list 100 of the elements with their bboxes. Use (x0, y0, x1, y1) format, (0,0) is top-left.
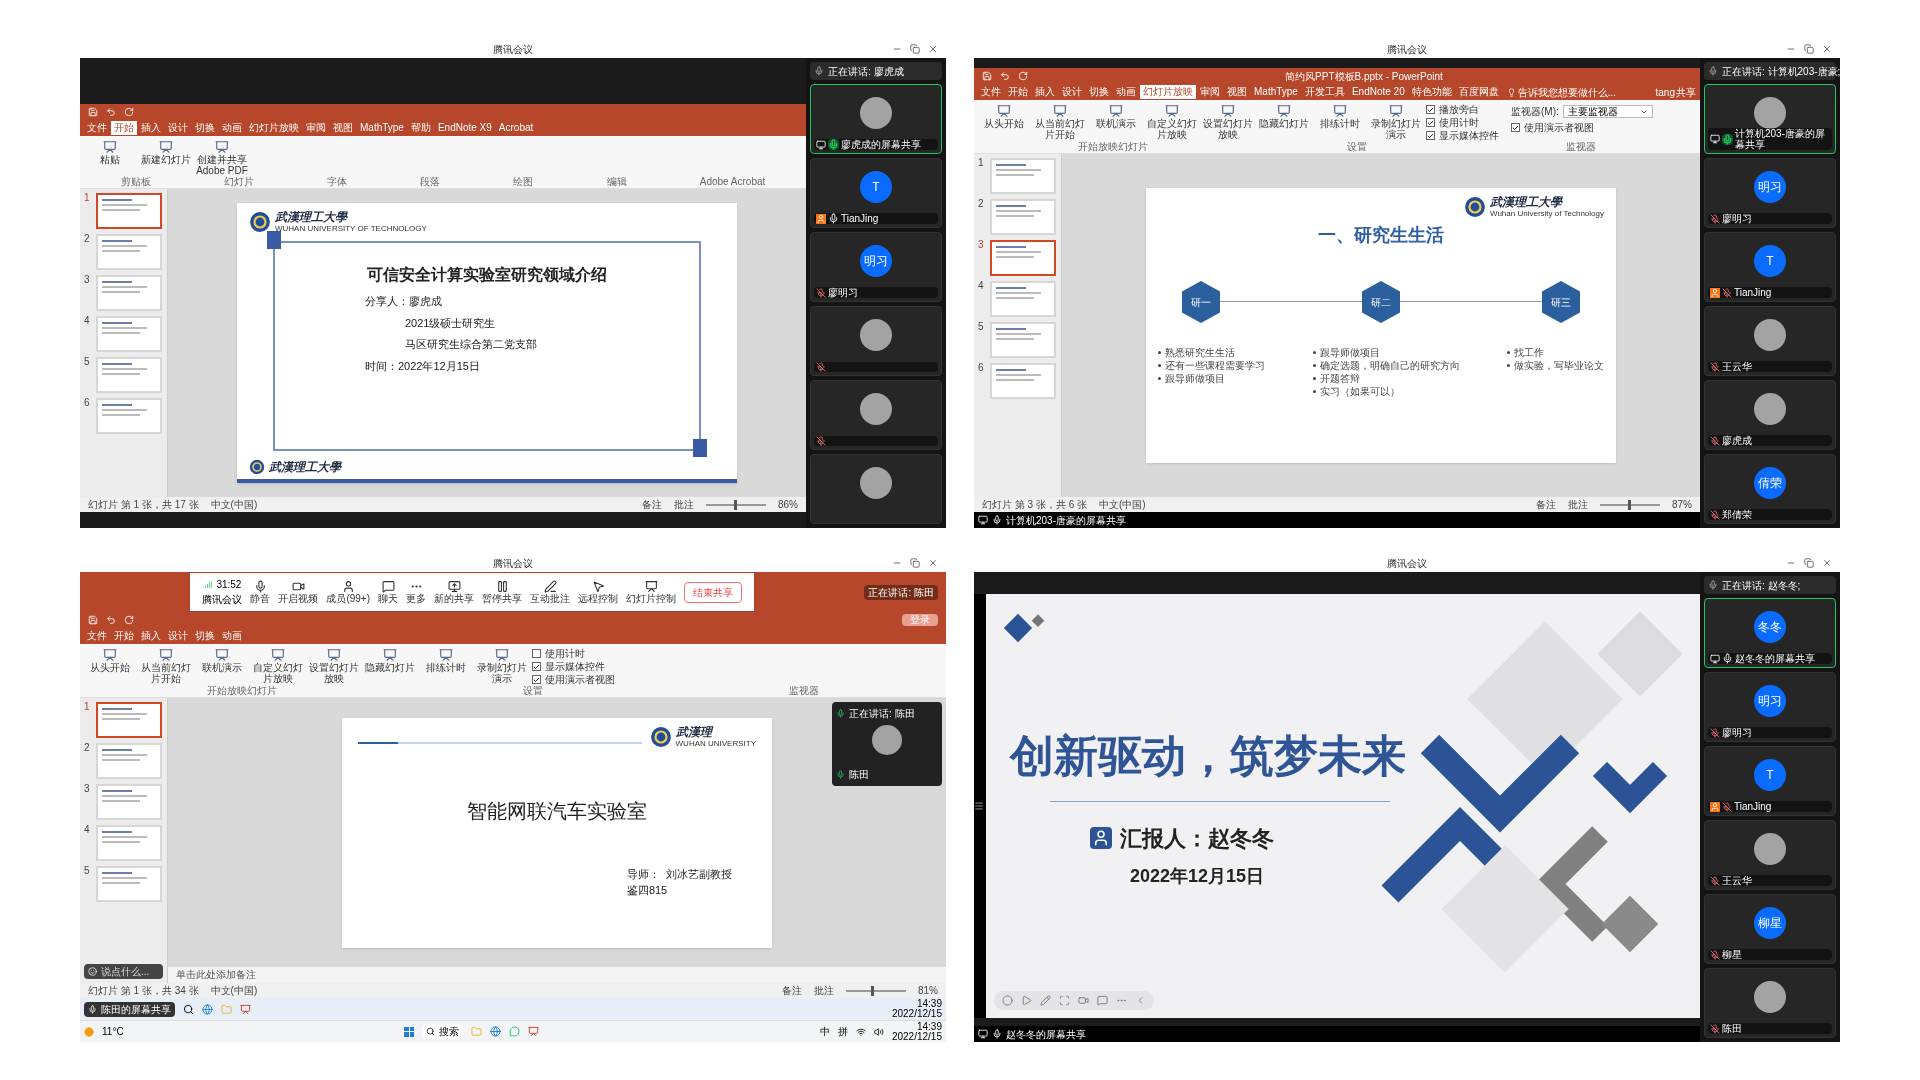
ribbon-tab[interactable]: 视图 (1224, 85, 1250, 99)
ribbon-button[interactable]: 从当前幻灯片开始 (1034, 104, 1086, 140)
ribbon-tab[interactable]: 文件 (84, 121, 110, 135)
camera-icon[interactable] (1078, 995, 1089, 1006)
ribbon-tab[interactable]: 切换 (192, 629, 218, 643)
toolbar-button[interactable]: 成员(99+) (326, 580, 371, 604)
end-share-button[interactable]: 结束共享 (684, 581, 743, 603)
ribbon-tab[interactable]: 文件 (84, 629, 110, 643)
participant-tile[interactable]: 冬冬 赵冬冬的屏幕共享 (1704, 598, 1836, 668)
presentation-icon[interactable] (240, 1003, 251, 1015)
play-icon[interactable] (1021, 995, 1032, 1006)
undo-icon[interactable] (106, 107, 116, 117)
ribbon-tab[interactable]: MathType (357, 121, 407, 135)
tell-me-field[interactable]: 告诉我您想要做什么... (1517, 84, 1617, 100)
share-button[interactable]: 共享 (1676, 84, 1696, 100)
participant-tile[interactable]: 廖虎成 (1704, 380, 1836, 450)
checkbox[interactable] (1426, 118, 1435, 127)
participant-tile[interactable]: T TianJing (810, 158, 942, 228)
ribbon-tab[interactable]: 幻灯片放映 (246, 121, 302, 135)
ribbon-tab[interactable]: 插入 (138, 121, 164, 135)
presentation-icon[interactable] (528, 1026, 540, 1037)
pen-icon[interactable] (1040, 995, 1051, 1006)
slide-thumbnail[interactable] (96, 193, 162, 229)
ribbon-button[interactable]: 隐藏幻灯片 (364, 648, 416, 673)
circle-icon[interactable] (1002, 995, 1013, 1006)
ribbon-tab[interactable]: 切换 (1086, 85, 1112, 99)
ribbon-tab[interactable]: 审阅 (303, 121, 329, 135)
ribbon-tab[interactable]: 切换 (192, 121, 218, 135)
start-icon[interactable] (404, 1026, 415, 1037)
participant-tile[interactable]: 倩荣 郑倩荣 (1704, 454, 1836, 524)
ribbon-button[interactable]: 排练计时 (420, 648, 472, 673)
participant-tile[interactable] (810, 454, 942, 524)
participant-tile[interactable]: 计算机203-唐豪的屏幕共享 (1704, 84, 1836, 154)
ribbon-button[interactable]: 新建幻灯片 (140, 140, 192, 165)
close-icon[interactable] (928, 558, 938, 568)
ribbon-button[interactable]: 创建并共享 Adobe PDF (196, 140, 248, 176)
toolbar-button[interactable]: 新的共享 (434, 580, 475, 604)
redo-icon[interactable] (1018, 71, 1028, 81)
checkbox[interactable] (1511, 123, 1520, 132)
zoom-icon[interactable] (1059, 995, 1070, 1006)
toolbar-button[interactable]: 更多 (406, 580, 427, 604)
ribbon-tab[interactable]: 开始 (111, 629, 137, 643)
status-button[interactable]: 备注 (642, 497, 662, 512)
ribbon-button[interactable]: 从当前幻灯片开始 (140, 648, 192, 684)
ribbon-button[interactable]: 设置幻灯片放映 (308, 648, 360, 684)
ribbon-tab[interactable]: 设计 (165, 629, 191, 643)
ribbon-tab[interactable]: 动画 (219, 121, 245, 135)
restore-icon[interactable] (1804, 44, 1814, 54)
undo-icon[interactable] (1000, 71, 1010, 81)
close-icon[interactable] (1822, 44, 1832, 54)
participant-tile[interactable]: 明习 廖明习 (810, 232, 942, 302)
ribbon-tab[interactable]: 文件 (978, 85, 1004, 99)
input-method-indicator[interactable]: 中 (819, 1024, 830, 1039)
ribbon-tab[interactable]: 帮助 (407, 121, 434, 135)
checkbox[interactable] (532, 662, 541, 671)
ribbon-tab[interactable]: 幻灯片放映 (1140, 85, 1196, 99)
participant-tile[interactable]: T TianJing (1704, 746, 1836, 816)
ribbon-tab[interactable]: 设计 (1059, 85, 1085, 99)
ribbon-button[interactable]: 联机演示 (196, 648, 248, 673)
zoom-slider-thumb[interactable] (734, 499, 738, 510)
participant-tile[interactable]: 明习 廖明习 (1704, 158, 1836, 228)
ribbon-button[interactable]: 粘贴 (84, 140, 136, 165)
zoom-slider-thumb[interactable] (1628, 499, 1632, 510)
monitor-dropdown[interactable]: 主要监视器 (1562, 105, 1653, 118)
ribbon-tab[interactable]: 插入 (138, 629, 164, 643)
search-icon[interactable] (183, 1003, 194, 1015)
participant-tile[interactable] (810, 380, 942, 450)
ribbon-tab[interactable]: 插入 (1032, 85, 1058, 99)
toolbar-button[interactable]: 互动批注 (530, 580, 571, 604)
ribbon-button[interactable]: 从头开始 (978, 104, 1030, 129)
redo-icon[interactable] (124, 107, 134, 117)
ribbon-button[interactable]: 隐藏幻灯片 (1258, 104, 1310, 129)
ribbon-tab[interactable]: 开始 (1005, 85, 1031, 99)
restore-icon[interactable] (1804, 558, 1814, 568)
status-button[interactable]: 备注 (782, 983, 802, 998)
ribbon-button[interactable]: 设置幻灯片放映 (1202, 104, 1254, 140)
toolbar-button[interactable]: 幻灯片控制 (626, 580, 677, 604)
toolbar-button[interactable]: 远程控制 (578, 580, 619, 604)
ribbon-button[interactable]: 联机演示 (1090, 104, 1142, 129)
checkbox[interactable] (1426, 105, 1435, 114)
subtitle-icon[interactable] (1097, 995, 1108, 1006)
menu-icon[interactable] (974, 801, 984, 811)
participant-tile[interactable]: 廖虎成的屏幕共享 (810, 84, 942, 154)
ribbon-button[interactable]: 自定义幻灯片放映 (1146, 104, 1198, 140)
slide-thumbnail[interactable] (96, 702, 162, 738)
toolbar-button[interactable]: 静音 (250, 580, 271, 604)
checkbox[interactable] (532, 675, 541, 684)
save-icon[interactable] (982, 71, 992, 81)
ribbon-tab[interactable]: Acrobat (495, 121, 537, 135)
status-button[interactable]: 批注 (674, 497, 694, 512)
save-icon[interactable] (88, 107, 98, 117)
status-button[interactable]: 备注 (1536, 497, 1556, 512)
ribbon-tab[interactable]: 视图 (330, 121, 356, 135)
undo-icon[interactable] (106, 615, 116, 625)
redo-icon[interactable] (124, 615, 134, 625)
checkbox[interactable] (1426, 131, 1435, 140)
ribbon-tab[interactable]: 动画 (1113, 85, 1139, 99)
checkbox[interactable] (532, 649, 541, 658)
close-icon[interactable] (928, 44, 938, 54)
close-icon[interactable] (1822, 558, 1832, 568)
